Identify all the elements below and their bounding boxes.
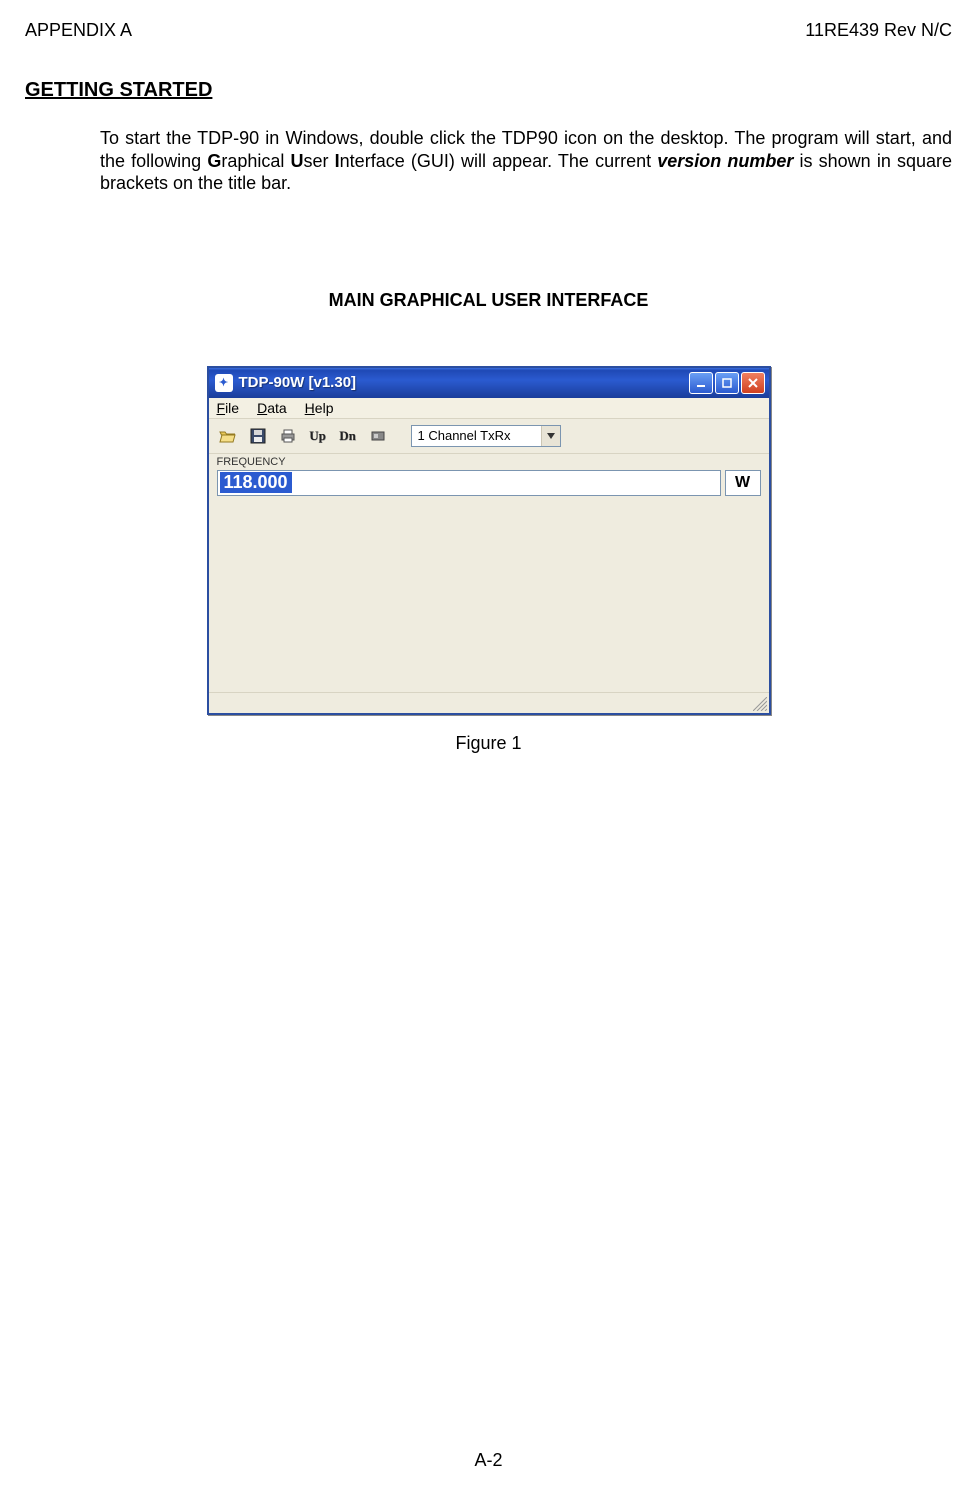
toolbar: Up Dn 1 Channel TxRx xyxy=(209,419,769,454)
minimize-icon xyxy=(695,377,707,389)
floppy-disk-icon xyxy=(249,427,267,445)
menu-file[interactable]: File xyxy=(217,400,240,416)
menu-help[interactable]: Help xyxy=(305,400,334,416)
minimize-button[interactable] xyxy=(689,372,713,394)
save-button[interactable] xyxy=(245,423,271,449)
section-heading: GETTING STARTED xyxy=(25,79,952,102)
close-icon xyxy=(747,377,759,389)
resize-grip-icon[interactable] xyxy=(753,697,767,711)
dropdown-arrow-icon xyxy=(541,426,560,446)
menu-data[interactable]: Data xyxy=(257,400,287,416)
print-button[interactable] xyxy=(275,423,301,449)
page-number: A-2 xyxy=(0,1450,977,1471)
header-left: APPENDIX A xyxy=(25,20,132,41)
tdp90-window: ✦ TDP-90W [v1.30] File Data He xyxy=(207,366,771,715)
frequency-label: FREQUENCY xyxy=(209,454,769,468)
maximize-button[interactable] xyxy=(715,372,739,394)
device-icon xyxy=(369,427,387,445)
titlebar[interactable]: ✦ TDP-90W [v1.30] xyxy=(209,368,769,398)
close-button[interactable] xyxy=(741,372,765,394)
frequency-value: 118.000 xyxy=(220,472,292,493)
client-area xyxy=(209,502,769,692)
channel-select[interactable]: 1 Channel TxRx xyxy=(411,425,561,447)
printer-icon xyxy=(279,427,297,445)
folder-open-icon xyxy=(219,427,237,445)
gui-heading: MAIN GRAPHICAL USER INTERFACE xyxy=(25,290,952,311)
statusbar xyxy=(209,692,769,713)
app-icon: ✦ xyxy=(215,374,233,392)
open-button[interactable] xyxy=(215,423,241,449)
header-right: 11RE439 Rev N/C xyxy=(805,20,952,41)
intro-paragraph: To start the TDP-90 in Windows, double c… xyxy=(100,127,952,195)
mode-indicator[interactable]: W xyxy=(725,470,761,496)
menubar: File Data Help xyxy=(209,398,769,419)
frequency-input[interactable]: 118.000 xyxy=(217,470,721,496)
config-button[interactable] xyxy=(365,423,391,449)
up-button[interactable]: Up xyxy=(305,423,331,449)
window-title: TDP-90W [v1.30] xyxy=(239,374,689,391)
channel-select-value: 1 Channel TxRx xyxy=(418,428,541,443)
maximize-icon xyxy=(721,377,733,389)
dn-button[interactable]: Dn xyxy=(335,423,361,449)
figure-caption: Figure 1 xyxy=(25,733,952,754)
